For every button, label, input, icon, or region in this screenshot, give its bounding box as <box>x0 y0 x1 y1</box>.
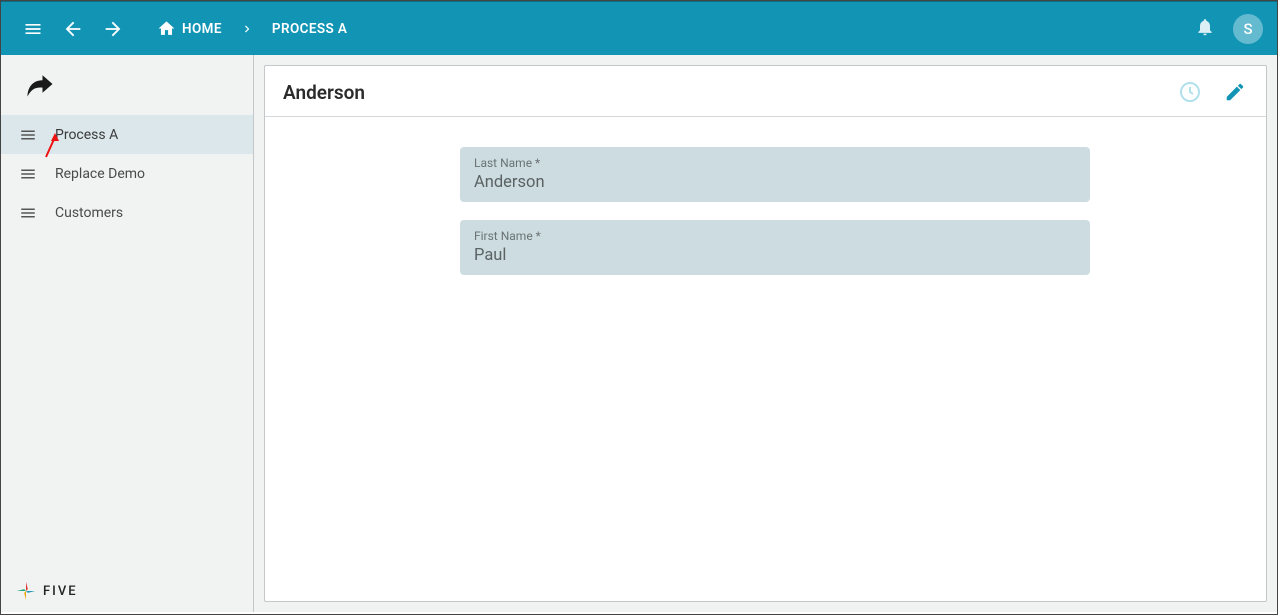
sidebar-item-label: Customers <box>55 205 123 221</box>
card-title: Anderson <box>283 81 1178 104</box>
record-card: Anderson Last Name * Anderson <box>264 65 1267 602</box>
notifications-icon[interactable] <box>1195 17 1215 41</box>
menu-icon[interactable] <box>15 11 51 47</box>
sidebar-item-process-a[interactable]: Process A <box>1 115 253 154</box>
form-area: Last Name * Anderson First Name * Paul <box>265 117 1266 323</box>
brand-logo-text: FIVE <box>43 584 78 599</box>
field-label: Last Name * <box>474 156 1076 170</box>
body: Process A Replace Demo Customers F <box>1 55 1277 612</box>
field-value: Anderson <box>474 173 1076 192</box>
brand-logo: FIVE <box>15 580 78 602</box>
list-icon <box>19 126 37 144</box>
breadcrumb-chevron-icon <box>240 22 254 36</box>
share-icon[interactable] <box>1 55 253 113</box>
field-first-name[interactable]: First Name * Paul <box>460 220 1090 275</box>
sidebar-item-label: Replace Demo <box>55 166 145 182</box>
history-icon[interactable] <box>1178 80 1202 104</box>
breadcrumb-home[interactable]: HOME <box>157 19 222 38</box>
field-last-name[interactable]: Last Name * Anderson <box>460 147 1090 202</box>
brand-logo-icon <box>15 580 37 602</box>
forward-icon <box>95 11 131 47</box>
avatar-initial: S <box>1243 20 1252 38</box>
back-icon[interactable] <box>55 11 91 47</box>
sidebar-items: Process A Replace Demo Customers <box>1 115 253 232</box>
list-icon <box>19 204 37 222</box>
home-icon <box>157 19 176 38</box>
top-bar: HOME PROCESS A S <box>1 1 1277 55</box>
sidebar-item-label: Process A <box>55 127 118 143</box>
sidebar-item-customers[interactable]: Customers <box>1 193 253 232</box>
field-label: First Name * <box>474 229 1076 243</box>
card-header: Anderson <box>265 66 1266 117</box>
sidebar: Process A Replace Demo Customers F <box>1 55 254 612</box>
breadcrumb-current[interactable]: PROCESS A <box>272 21 347 37</box>
edit-icon[interactable] <box>1224 81 1246 103</box>
main-area: Anderson Last Name * Anderson <box>254 55 1277 612</box>
avatar[interactable]: S <box>1233 14 1263 44</box>
sidebar-item-replace-demo[interactable]: Replace Demo <box>1 154 253 193</box>
field-value: Paul <box>474 246 1076 265</box>
list-icon <box>19 165 37 183</box>
home-label: HOME <box>182 21 222 37</box>
